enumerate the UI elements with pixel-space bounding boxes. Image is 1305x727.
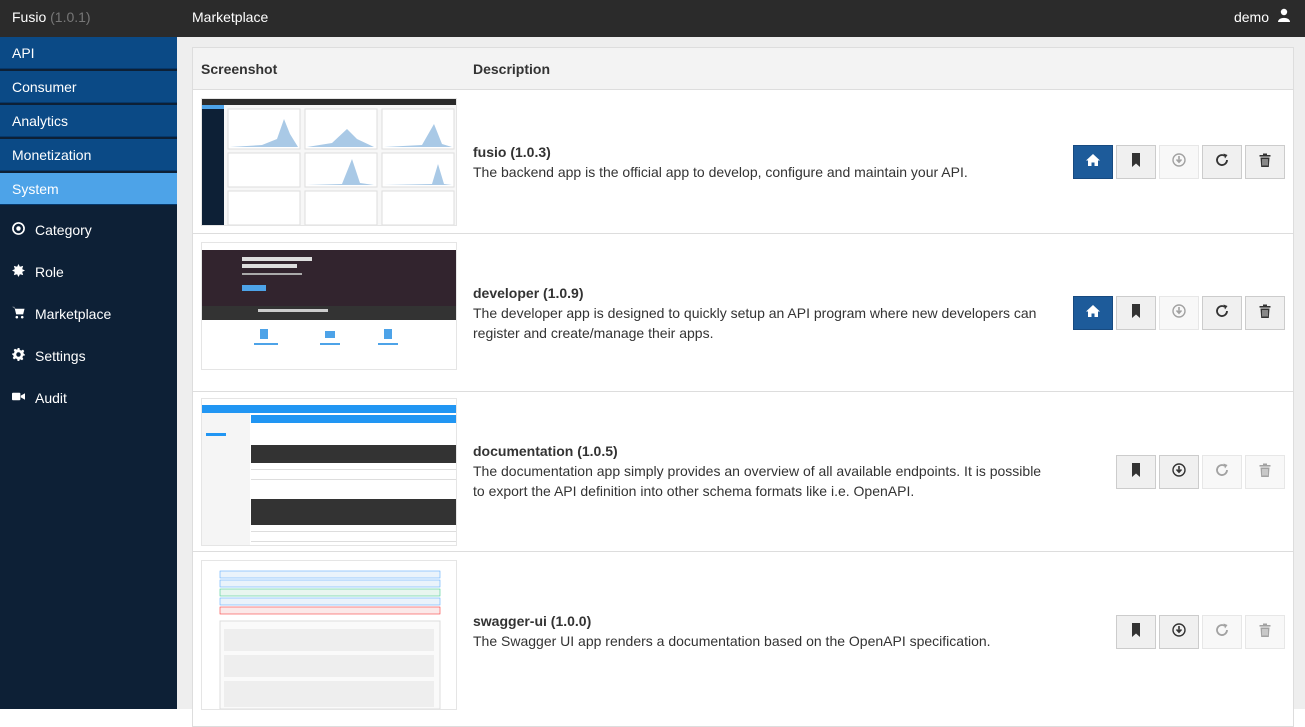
app-version: (1.0.1) bbox=[50, 9, 91, 25]
app-text: The documentation app simply provides an… bbox=[473, 463, 1042, 499]
sidebar-item-system[interactable]: System bbox=[0, 173, 177, 205]
sidebar-item-category[interactable]: Category bbox=[0, 209, 177, 251]
download-button[interactable] bbox=[1159, 615, 1199, 649]
row-actions bbox=[1116, 615, 1285, 649]
download-button[interactable] bbox=[1159, 455, 1199, 489]
app-description: swagger-ui (1.0.0) The Swagger UI app re… bbox=[473, 611, 1053, 651]
app-brand[interactable]: Fusio (1.0.1) bbox=[12, 9, 91, 25]
sidebar-item-monetization[interactable]: Monetization bbox=[0, 139, 177, 171]
sidebar-item-marketplace[interactable]: Marketplace bbox=[0, 293, 177, 335]
bookmark-button[interactable] bbox=[1116, 455, 1156, 489]
page-title: Marketplace bbox=[192, 9, 269, 25]
username: demo bbox=[1233, 8, 1269, 25]
bookmark-button[interactable] bbox=[1116, 296, 1156, 330]
app-text: The Swagger UI app renders a documentati… bbox=[473, 633, 991, 649]
trash-icon bbox=[1258, 304, 1272, 323]
video-icon bbox=[12, 390, 25, 406]
app-description: documentation (1.0.5) The documentation … bbox=[473, 441, 1053, 501]
user-menu[interactable]: demo bbox=[1234, 8, 1291, 25]
app-name: Fusio bbox=[12, 9, 47, 25]
download-button[interactable] bbox=[1159, 145, 1199, 179]
app-text: The developer app is designed to quickly… bbox=[473, 305, 1037, 341]
sidebar-item-label: Audit bbox=[35, 390, 67, 406]
gear-icon bbox=[12, 348, 25, 364]
trash-icon bbox=[1258, 623, 1272, 642]
sidebar-item-api[interactable]: API bbox=[0, 37, 177, 69]
column-header-screenshot: Screenshot bbox=[201, 61, 278, 77]
home-icon bbox=[1086, 304, 1100, 323]
badge-icon bbox=[12, 264, 25, 280]
bookmark-icon bbox=[1129, 152, 1143, 172]
download-icon bbox=[1172, 622, 1186, 642]
app-description: fusio (1.0.3) The backend app is the off… bbox=[473, 142, 1053, 182]
sidebar-item-label: Category bbox=[35, 222, 92, 238]
sidebar-item-settings[interactable]: Settings bbox=[0, 335, 177, 377]
trash-icon bbox=[1258, 153, 1272, 172]
app-screenshot-swagger-ui bbox=[201, 560, 457, 710]
refresh-icon bbox=[1215, 463, 1229, 482]
cart-icon bbox=[12, 306, 25, 322]
bookmark-button[interactable] bbox=[1116, 145, 1156, 179]
home-button[interactable] bbox=[1073, 145, 1113, 179]
update-button[interactable] bbox=[1202, 145, 1242, 179]
target-icon bbox=[12, 222, 25, 238]
table-row: documentation (1.0.5) The documentation … bbox=[193, 392, 1293, 552]
row-actions bbox=[1116, 455, 1285, 489]
app-name: swagger-ui (1.0.0) bbox=[473, 613, 592, 629]
delete-button[interactable] bbox=[1245, 296, 1285, 330]
download-icon bbox=[1172, 462, 1186, 482]
update-button[interactable] bbox=[1202, 455, 1242, 489]
delete-button[interactable] bbox=[1245, 145, 1285, 179]
app-name: developer (1.0.9) bbox=[473, 285, 584, 301]
delete-button[interactable] bbox=[1245, 455, 1285, 489]
row-actions bbox=[1073, 296, 1285, 330]
app-screenshot-documentation bbox=[201, 398, 457, 546]
column-header-description: Description bbox=[473, 61, 551, 77]
main-content: Screenshot Description fusio (1.0.3) The… bbox=[177, 37, 1305, 727]
app-name: fusio (1.0.3) bbox=[473, 144, 551, 160]
refresh-icon bbox=[1215, 304, 1229, 323]
delete-button[interactable] bbox=[1245, 615, 1285, 649]
sidebar: API Consumer Analytics Monetization Syst… bbox=[0, 37, 177, 709]
row-actions bbox=[1073, 145, 1285, 179]
sidebar-item-analytics[interactable]: Analytics bbox=[0, 105, 177, 137]
sidebar-item-label: Settings bbox=[35, 348, 86, 364]
sidebar-item-audit[interactable]: Audit bbox=[0, 377, 177, 419]
table-row: fusio (1.0.3) The backend app is the off… bbox=[193, 90, 1293, 234]
download-icon bbox=[1172, 152, 1186, 172]
app-name: documentation (1.0.5) bbox=[473, 443, 618, 459]
home-icon bbox=[1086, 153, 1100, 172]
app-text: The backend app is the official app to d… bbox=[473, 164, 968, 180]
top-navbar: Fusio (1.0.1) Marketplace demo bbox=[0, 0, 1305, 37]
refresh-icon bbox=[1215, 153, 1229, 172]
sidebar-item-label: Marketplace bbox=[35, 306, 112, 322]
home-button[interactable] bbox=[1073, 296, 1113, 330]
table-header: Screenshot Description bbox=[193, 48, 1293, 90]
download-button[interactable] bbox=[1159, 296, 1199, 330]
bookmark-icon bbox=[1129, 462, 1143, 482]
download-icon bbox=[1172, 303, 1186, 323]
table-row: swagger-ui (1.0.0) The Swagger UI app re… bbox=[193, 552, 1293, 712]
trash-icon bbox=[1258, 463, 1272, 482]
app-description: developer (1.0.9) The developer app is d… bbox=[473, 283, 1053, 343]
table-row: developer (1.0.9) The developer app is d… bbox=[193, 234, 1293, 392]
update-button[interactable] bbox=[1202, 296, 1242, 330]
bookmark-button[interactable] bbox=[1116, 615, 1156, 649]
bookmark-icon bbox=[1129, 303, 1143, 323]
app-screenshot-developer bbox=[201, 242, 457, 370]
refresh-icon bbox=[1215, 623, 1229, 642]
sidebar-item-label: Role bbox=[35, 264, 64, 280]
user-icon bbox=[1277, 8, 1291, 25]
update-button[interactable] bbox=[1202, 615, 1242, 649]
sidebar-item-role[interactable]: Role bbox=[0, 251, 177, 293]
bookmark-icon bbox=[1129, 622, 1143, 642]
sidebar-item-consumer[interactable]: Consumer bbox=[0, 71, 177, 103]
app-screenshot-fusio bbox=[201, 98, 457, 226]
marketplace-table: Screenshot Description fusio (1.0.3) The… bbox=[192, 47, 1294, 727]
